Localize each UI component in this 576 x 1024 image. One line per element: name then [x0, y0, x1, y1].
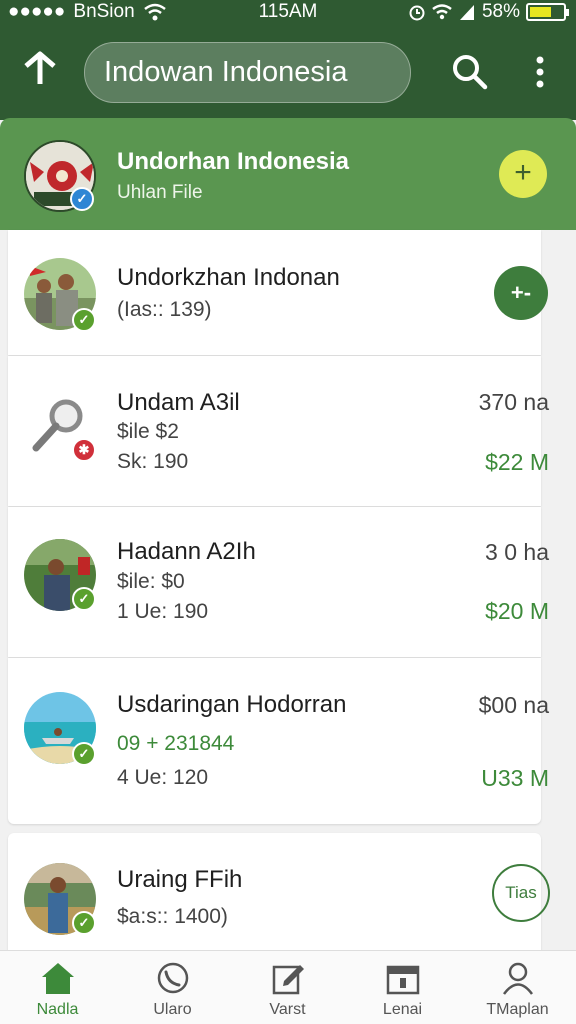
featured-item[interactable]: ✓ Undorhan Indonesia Uhlan File + — [0, 118, 576, 230]
item-title: Hadann A2Ih — [117, 538, 256, 565]
person-icon — [502, 962, 534, 995]
featured-subtitle: Uhlan File — [117, 182, 203, 203]
search-input[interactable]: Indowan Indonesia — [84, 42, 411, 103]
featured-add-button[interactable]: + — [499, 150, 547, 198]
wifi-icon — [432, 4, 452, 20]
search-button[interactable] — [450, 52, 490, 92]
edit-icon — [272, 965, 304, 995]
item-detail: 4 Ue: 120 — [117, 766, 209, 789]
search-icon — [453, 55, 488, 90]
item-value: 3 0 ha — [485, 539, 549, 565]
featured-title: Undorhan Indonesia — [117, 148, 350, 175]
calendar-icon — [386, 965, 420, 995]
nav-label: Nadla — [36, 1001, 79, 1018]
list-item[interactable]: ✓ Hadann A2Ih $ile: $0 1 Ue: 190 3 0 ha … — [8, 507, 549, 657]
list-item[interactable]: ✓ Usdaringan Hodorran 09 + 231844 4 Ue: … — [8, 658, 549, 824]
list-item[interactable]: ✓ Undorkzhan Indonan (Ias:: 139) +- — [8, 230, 548, 355]
status-time: 115AM — [258, 1, 318, 22]
bottom-navigation: Nadla Ularo Varst Lenai TMaplan — [0, 950, 576, 1024]
alarm-icon — [409, 5, 425, 21]
nav-label: TMaplan — [486, 1001, 549, 1018]
nav-item-compose[interactable]: Varst — [230, 951, 345, 1024]
item-title: Undorkzhan Indonan — [117, 264, 340, 291]
list-item[interactable]: ✓ Uraing FFih $a:s:: 1400) Tias — [8, 833, 550, 951]
item-detail: $ile: $0 — [117, 570, 185, 593]
nav-label: Lenai — [382, 1001, 423, 1018]
item-detail: 1 Ue: 190 — [117, 600, 209, 623]
battery-percent: 58% — [481, 1, 520, 22]
item-detail: 09 + 231844 — [117, 732, 235, 755]
item-detail: (Ias:: 139) — [117, 298, 212, 321]
nav-item-home[interactable]: Nadla — [0, 951, 115, 1024]
list-item[interactable]: ✱ Undam A3il $ile $2 Sk: 190 370 na $22 … — [8, 356, 549, 506]
home-icon — [42, 963, 74, 994]
status-badge-icon: ✓ — [72, 308, 96, 332]
item-amount: U33 M — [481, 765, 549, 791]
app-bar: Indowan Indonesia — [0, 26, 576, 120]
status-badge-icon: ✓ — [72, 742, 96, 766]
nav-label: Ularo — [153, 1001, 192, 1018]
item-detail: Sk: 190 — [117, 450, 189, 473]
item-amount: $22 M — [485, 449, 549, 475]
item-amount: $20 M — [485, 598, 549, 624]
back-arrow-icon — [24, 51, 56, 84]
back-button[interactable] — [18, 48, 62, 96]
item-title: Undam A3il — [117, 389, 240, 416]
item-action-button[interactable]: Tias — [492, 864, 550, 922]
item-value: $00 na — [478, 692, 549, 718]
more-vert-icon — [536, 56, 544, 88]
status-badge-icon: ✱ — [72, 438, 96, 462]
nav-label: Varst — [269, 1001, 306, 1018]
nav-item-profile[interactable]: TMaplan — [460, 951, 575, 1024]
item-title: Usdaringan Hodorran — [117, 691, 347, 718]
nav-item-calls[interactable]: Ularo — [115, 951, 230, 1024]
phone-icon — [157, 962, 189, 994]
status-right: 58% — [408, 1, 569, 23]
status-bar: ●●●●● BnSion 115AM 58% — [0, 0, 576, 26]
status-badge-icon: ✓ — [72, 587, 96, 611]
item-detail: $a:s:: 1400) — [117, 905, 228, 928]
item-value: 370 na — [478, 389, 549, 415]
more-options-button[interactable] — [528, 52, 552, 92]
status-badge-icon: ✓ — [72, 911, 96, 935]
nav-item-calendar[interactable]: Lenai — [345, 951, 460, 1024]
item-title: Uraing FFih — [117, 866, 243, 893]
verified-badge-icon: ✓ — [70, 187, 94, 211]
item-action-button[interactable]: +- — [494, 266, 548, 320]
cell-signal-icon — [459, 5, 474, 20]
item-detail: $ile $2 — [117, 420, 179, 443]
battery-icon — [526, 3, 569, 21]
